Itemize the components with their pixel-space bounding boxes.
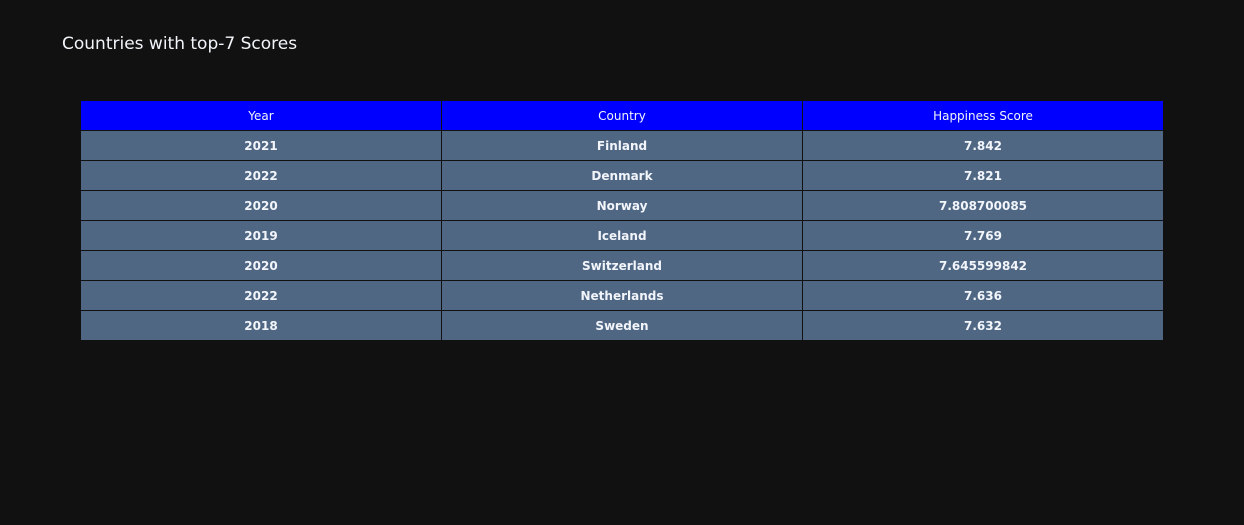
cell-score: 7.821 <box>802 160 1164 191</box>
cell-year: 2018 <box>80 310 442 341</box>
cell-country: Sweden <box>441 310 803 341</box>
cell-year: 2022 <box>80 160 442 191</box>
table-row: 2021 Finland 7.842 <box>80 130 1164 161</box>
cell-year: 2021 <box>80 130 442 161</box>
header-happiness-score: Happiness Score <box>802 100 1164 131</box>
cell-score: 7.645599842 <box>802 250 1164 281</box>
header-country: Country <box>441 100 803 131</box>
cell-country: Netherlands <box>441 280 803 311</box>
cell-score: 7.636 <box>802 280 1164 311</box>
cell-score: 7.769 <box>802 220 1164 251</box>
chart-title: Countries with top-7 Scores <box>62 34 298 54</box>
table-row: 2020 Norway 7.808700085 <box>80 190 1164 221</box>
table-row: 2018 Sweden 7.632 <box>80 310 1164 341</box>
cell-year: 2019 <box>80 220 442 251</box>
cell-country: Iceland <box>441 220 803 251</box>
header-year: Year <box>80 100 442 131</box>
table-row: 2019 Iceland 7.769 <box>80 220 1164 251</box>
cell-score: 7.632 <box>802 310 1164 341</box>
cell-country: Norway <box>441 190 803 221</box>
table-row: 2022 Netherlands 7.636 <box>80 280 1164 311</box>
table-row: 2020 Switzerland 7.645599842 <box>80 250 1164 281</box>
cell-year: 2022 <box>80 280 442 311</box>
cell-country: Finland <box>441 130 803 161</box>
scores-table: Year Country Happiness Score 2021 Finlan… <box>80 100 1164 341</box>
table-header-row: Year Country Happiness Score <box>80 100 1164 131</box>
cell-score: 7.808700085 <box>802 190 1164 221</box>
cell-year: 2020 <box>80 250 442 281</box>
cell-score: 7.842 <box>802 130 1164 161</box>
cell-year: 2020 <box>80 190 442 221</box>
table-row: 2022 Denmark 7.821 <box>80 160 1164 191</box>
cell-country: Denmark <box>441 160 803 191</box>
scores-table-container: Year Country Happiness Score 2021 Finlan… <box>80 100 1164 341</box>
cell-country: Switzerland <box>441 250 803 281</box>
